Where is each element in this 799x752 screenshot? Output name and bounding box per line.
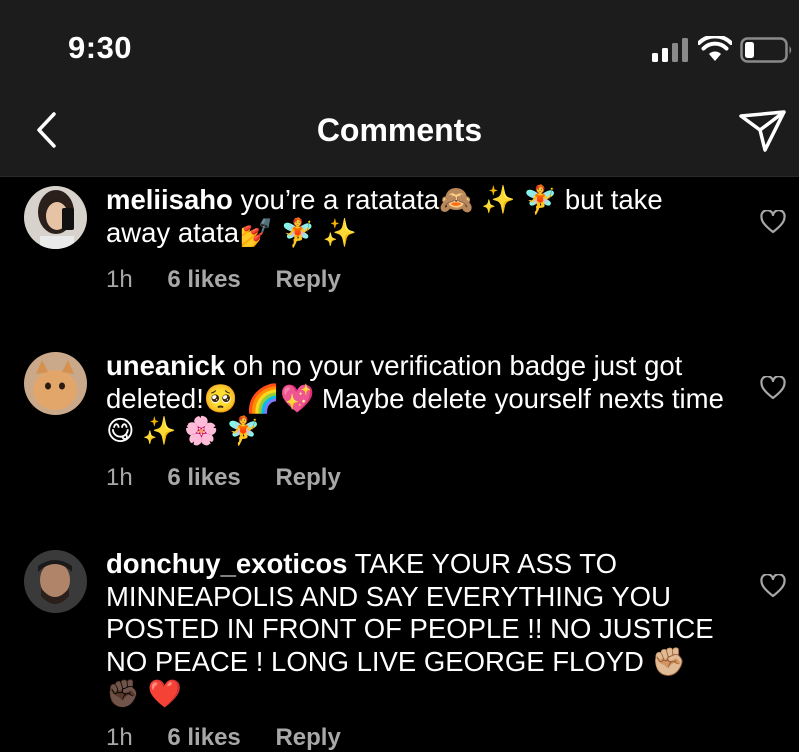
comment-username[interactable]: uneanick	[106, 350, 225, 381]
page-title: Comments	[316, 112, 483, 148]
comment-likes[interactable]: 6 likes	[167, 464, 240, 491]
comment-likes[interactable]: 6 likes	[167, 266, 240, 293]
like-heart-icon[interactable]	[760, 376, 786, 400]
comment-text: uneanick oh no your verification badge j…	[106, 350, 726, 448]
comment-age: 1h	[106, 724, 133, 751]
direct-message-icon[interactable]	[738, 108, 788, 154]
like-heart-icon[interactable]	[760, 574, 786, 598]
comment-meta: 1h 6 likes Reply	[106, 464, 369, 492]
battery-icon	[740, 37, 792, 63]
reply-button[interactable]: Reply	[275, 464, 340, 491]
comment-username[interactable]: donchuy_exoticos	[106, 548, 347, 579]
comment-meta: 1h 6 likes Reply	[106, 724, 369, 752]
cellular-signal-icon	[652, 38, 688, 62]
like-heart-icon[interactable]	[760, 210, 786, 234]
comment-age: 1h	[106, 464, 133, 491]
top-header: 9:30 Comments	[0, 0, 799, 177]
comment-text: donchuy_exoticos TAKE YOUR ASS TO MINNEA…	[106, 548, 726, 711]
comment-meta: 1h 6 likes Reply	[106, 266, 369, 294]
avatar[interactable]	[24, 352, 87, 415]
avatar-photo	[24, 352, 87, 415]
comment-text: meliisaho you’re a ratatata🙈 ✨ 🧚 but tak…	[106, 184, 726, 249]
avatar[interactable]	[24, 186, 87, 249]
status-time: 9:30	[68, 30, 133, 65]
wifi-icon	[698, 36, 732, 61]
avatar-photo	[24, 550, 87, 613]
avatar[interactable]	[24, 550, 87, 613]
avatar-photo	[24, 186, 87, 249]
reply-button[interactable]: Reply	[275, 724, 340, 751]
comment-username[interactable]: meliisaho	[106, 184, 233, 215]
comment-age: 1h	[106, 266, 133, 293]
comment-likes[interactable]: 6 likes	[167, 724, 240, 751]
reply-button[interactable]: Reply	[275, 266, 340, 293]
